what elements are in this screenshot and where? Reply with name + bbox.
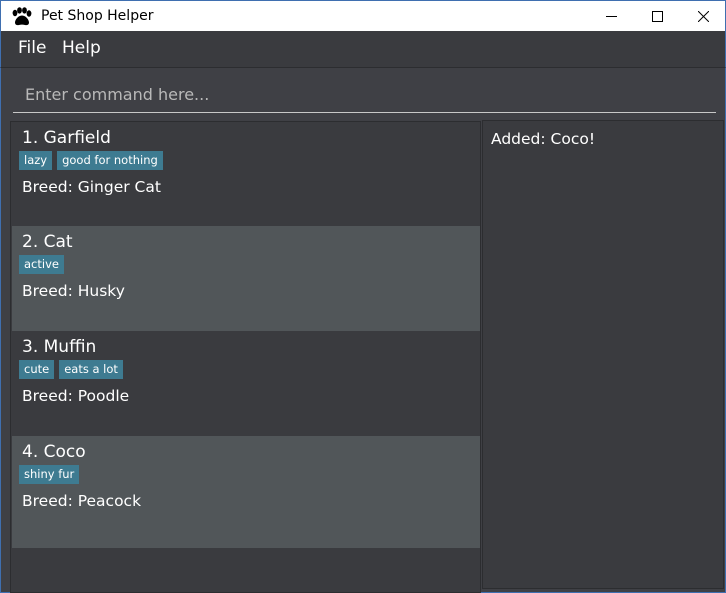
close-button[interactable]: [680, 1, 726, 32]
menu-help[interactable]: Help: [62, 38, 101, 58]
tag-list: shiny fur: [19, 465, 80, 484]
pet-name: 4. Coco: [22, 442, 86, 462]
pet-name: 2. Cat: [22, 232, 73, 252]
tag-list: active: [19, 255, 64, 274]
tag-list: lazy good for nothing: [19, 151, 163, 170]
pet-list[interactable]: 1. Garfield lazy good for nothing Breed:…: [10, 121, 481, 593]
maximize-button[interactable]: [634, 1, 680, 32]
tag-list: cute eats a lot: [19, 360, 123, 379]
command-box: [0, 67, 726, 118]
tag: shiny fur: [19, 465, 80, 484]
tag: eats a lot: [59, 360, 123, 379]
pet-breed: Breed: Ginger Cat: [22, 178, 161, 196]
pet-breed: Breed: Peacock: [22, 492, 142, 510]
pet-breed: Breed: Husky: [22, 282, 125, 300]
pet-breed: Breed: Poodle: [22, 387, 130, 405]
window-title: Pet Shop Helper: [41, 8, 154, 24]
pet-name: 1. Garfield: [22, 128, 111, 148]
menu-bar: File Help: [0, 31, 726, 67]
paw-icon: [10, 7, 32, 27]
minimize-icon: [605, 11, 617, 22]
menu-file[interactable]: File: [18, 38, 46, 58]
close-icon: [697, 11, 709, 22]
pet-card[interactable]: 1. Garfield lazy good for nothing Breed:…: [12, 122, 480, 228]
result-display[interactable]: Added: Coco!: [482, 120, 724, 589]
tag: cute: [19, 360, 55, 379]
maximize-icon: [651, 11, 663, 22]
tag: active: [19, 255, 64, 274]
tag: good for nothing: [57, 151, 163, 170]
result-message: Added: Coco!: [491, 130, 596, 148]
minimize-button[interactable]: [588, 1, 634, 32]
pet-name: 3. Muffin: [22, 337, 97, 357]
pet-card[interactable]: 3. Muffin cute eats a lot Breed: Poodle: [12, 331, 480, 437]
title-bar: Pet Shop Helper: [0, 0, 726, 31]
pet-card[interactable]: 2. Cat active Breed: Husky: [12, 226, 480, 332]
command-input[interactable]: [13, 76, 716, 113]
pet-card[interactable]: 4. Coco shiny fur Breed: Peacock: [12, 436, 480, 548]
tag: lazy: [19, 151, 53, 170]
